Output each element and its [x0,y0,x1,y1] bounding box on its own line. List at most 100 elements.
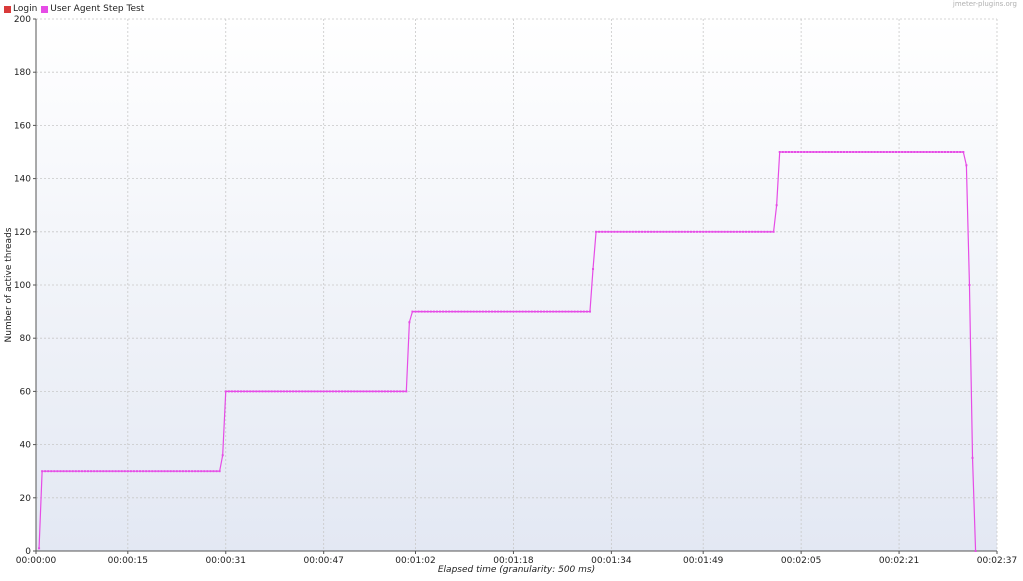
series-point [748,230,751,233]
series-point [705,230,708,233]
series-point [227,390,230,393]
series-point [322,390,325,393]
series-point [114,470,117,473]
legend-item-user-agent-step-test: User Agent Step Test [41,4,144,14]
series-point [922,151,925,153]
series-point [815,151,818,153]
series-point [350,390,353,393]
series-point [270,390,273,393]
series-point [797,151,800,153]
series-point [273,390,276,393]
y-axis-title: Number of active threads [4,227,14,342]
series-point [233,390,236,393]
series-point [160,470,163,473]
series-point [224,390,227,393]
series-point [469,310,472,313]
series-point [644,230,647,233]
series-point [812,151,815,153]
x-tick-label: 00:02:21 [879,556,919,566]
series-point [68,470,71,473]
series-point [344,390,347,393]
series-point [699,230,702,233]
series-point [261,390,264,393]
series-point [154,470,157,473]
x-tick-label: 00:01:02 [395,556,435,566]
series-point [521,310,524,313]
series-point [842,151,845,153]
series-point [628,230,631,233]
series-point [696,230,699,233]
series-point [769,230,772,233]
series-point [212,470,215,473]
series-point [598,230,601,233]
series-point [833,151,836,153]
series-point [460,310,463,313]
series-point [390,390,393,393]
legend-item-login: Login [4,4,37,14]
series-point [56,470,59,473]
x-tick-label: 00:00:47 [303,556,343,566]
series-point [558,310,561,313]
series-point [47,470,50,473]
series-point [787,151,790,153]
series-point [44,470,47,473]
series-point [702,230,705,233]
series-point [637,230,640,233]
series-point [359,390,362,393]
series-point [772,230,775,233]
series-point [959,151,962,153]
series-point [622,230,625,233]
series-point [708,230,711,233]
series-point [732,230,735,233]
series-point [282,390,285,393]
series-point [353,390,356,393]
series-point [429,310,432,313]
series-point [760,230,763,233]
series-point [552,310,555,313]
series-point [928,151,931,153]
series-point [111,470,114,473]
series-point [867,151,870,153]
series-point [337,390,340,393]
series-point [775,204,778,207]
series-point [907,151,910,153]
series-point [393,390,396,393]
series-point [503,310,506,313]
series-point [674,230,677,233]
series-point [402,390,405,393]
series-point [438,310,441,313]
series-point [509,310,512,313]
series-point [53,470,56,473]
series-point [763,230,766,233]
series-point [830,151,833,153]
x-tick-label: 00:01:49 [683,556,724,566]
series-point [301,390,304,393]
series-point [484,310,487,313]
series-point [506,310,509,313]
series-point [246,390,249,393]
series-point [426,310,429,313]
series-point [592,268,595,271]
series-point [59,470,62,473]
series-point [417,310,420,313]
y-tick-label: 80 [20,334,32,344]
legend-swatch-login [4,5,11,13]
series-point [757,230,760,233]
series-point [83,470,86,473]
series-point [371,390,374,393]
series-point [549,310,552,313]
series-point [839,151,842,153]
series-point [873,151,876,153]
series-point [754,230,757,233]
chart-svg: 02040608010012014016018020000:00:00 00:00… [4,15,1017,575]
series-point [90,470,93,473]
series-point [677,230,680,233]
series-point [451,310,454,313]
series-point [267,390,270,393]
series-point [472,310,475,313]
series-point [741,230,744,233]
series-point [689,230,692,233]
series-point [240,390,243,393]
series-point [105,470,108,473]
x-axis-title: Elapsed time (granularity: 500 ms) [438,565,595,575]
